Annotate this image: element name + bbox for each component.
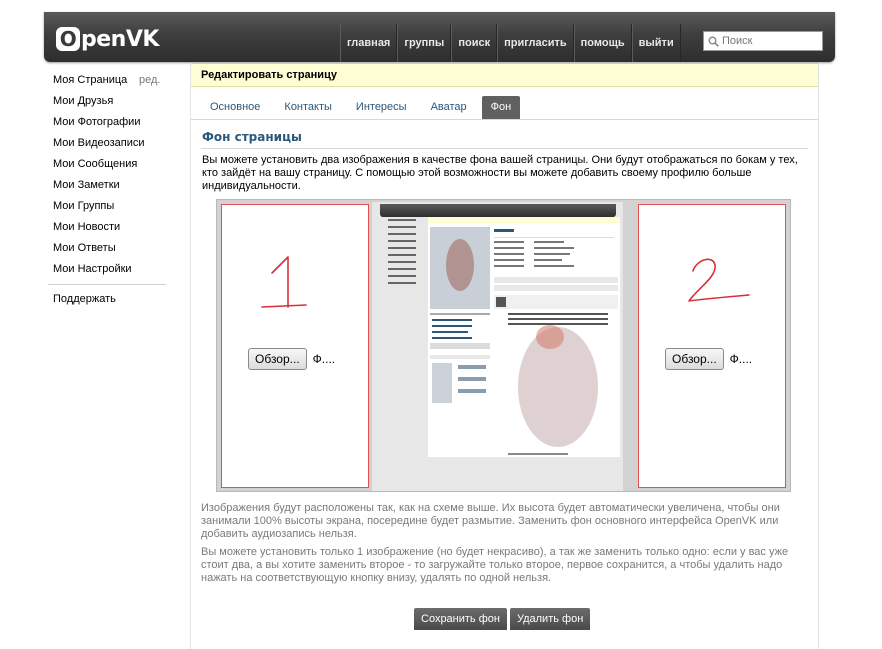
openvk-logo[interactable]: O penVK (56, 26, 159, 52)
thumbnail-sidebar (388, 219, 424, 289)
action-buttons: Сохранить фон Удалить фон (414, 608, 593, 630)
sidebar-edit-link[interactable]: ред. (139, 71, 160, 89)
right-browse-button[interactable]: Обзор... (665, 348, 724, 370)
delete-background-button[interactable]: Удалить фон (509, 608, 591, 630)
logo-o-letter: O (56, 27, 80, 51)
main-content: Редактировать страницу Основное Контакты… (190, 63, 819, 649)
settings-tabs: Основное Контакты Интересы Аватар Фон (191, 87, 818, 120)
tab-avatar[interactable]: Аватар (422, 96, 476, 119)
search-icon (708, 36, 719, 47)
thumbnail-header (380, 204, 616, 217)
right-file-picker: Обзор... Ф.... (665, 348, 752, 370)
nav-search[interactable]: поиск (451, 24, 498, 62)
sidebar-item-settings[interactable]: Мои Настройки (48, 260, 166, 281)
right-background-slot: Обзор... Ф.... (638, 204, 786, 488)
info-note-replacement: Вы можете установить только 1 изображени… (201, 546, 789, 584)
sidebar-item-friends[interactable]: Мои Друзья (48, 92, 166, 113)
nav-help[interactable]: помощь (573, 24, 632, 62)
tab-interests[interactable]: Интересы (347, 96, 416, 119)
tab-background[interactable]: Фон (481, 96, 521, 119)
sidebar-item-photos[interactable]: Мои Фотографии (48, 113, 166, 134)
top-nav: главная группы поиск пригласить помощь в… (340, 24, 681, 62)
sidebar-item-news[interactable]: Мои Новости (48, 218, 166, 239)
right-file-label: Ф.... (729, 352, 753, 366)
top-header: O penVK главная группы поиск пригласить … (44, 12, 835, 62)
nav-home[interactable]: главная (340, 24, 398, 62)
section-divider (201, 148, 808, 149)
thumbnail-page (428, 217, 620, 457)
sidebar-item-support[interactable]: Поддержать (48, 290, 166, 311)
sidebar-item-answers[interactable]: Мои Ответы (48, 239, 166, 260)
info-note-positioning: Изображения будут расположены так, как н… (201, 502, 780, 540)
tab-contacts[interactable]: Контакты (275, 96, 341, 119)
logo-text: penVK (81, 26, 159, 52)
nav-invite[interactable]: пригласить (497, 24, 574, 62)
left-file-label: Ф.... (312, 352, 336, 366)
nav-groups[interactable]: группы (397, 24, 452, 62)
left-file-picker: Обзор... Ф.... (248, 348, 335, 370)
page-title: Редактировать страницу (191, 63, 818, 87)
left-sidebar: Моя Страница ред. Мои Друзья Мои Фотогра… (48, 71, 166, 311)
save-background-button[interactable]: Сохранить фон (414, 608, 507, 630)
search-input[interactable] (722, 33, 820, 49)
sidebar-item-messages[interactable]: Мои Сообщения (48, 155, 166, 176)
digit-one-drawing (261, 256, 307, 308)
tab-main[interactable]: Основное (201, 96, 269, 119)
nav-logout[interactable]: выйти (631, 24, 681, 62)
sidebar-item-videos[interactable]: Мои Видеозаписи (48, 134, 166, 155)
sidebar-item-notes[interactable]: Мои Заметки (48, 176, 166, 197)
section-description: Вы можете установить два изображения в к… (202, 154, 798, 192)
left-background-slot: Обзор... Ф.... (221, 204, 369, 488)
sidebar-item-groups[interactable]: Мои Группы (48, 197, 166, 218)
section-title: Фон страницы (202, 130, 302, 144)
background-preview: Обзор... Ф.... Обзор... Ф.... (216, 199, 791, 492)
thumbnail-content-drawing (428, 217, 620, 455)
page-layout-thumbnail (372, 202, 623, 491)
left-browse-button[interactable]: Обзор... (248, 348, 307, 370)
search-box[interactable] (703, 31, 823, 51)
digit-two-drawing (688, 258, 750, 302)
sidebar-divider (48, 284, 166, 285)
